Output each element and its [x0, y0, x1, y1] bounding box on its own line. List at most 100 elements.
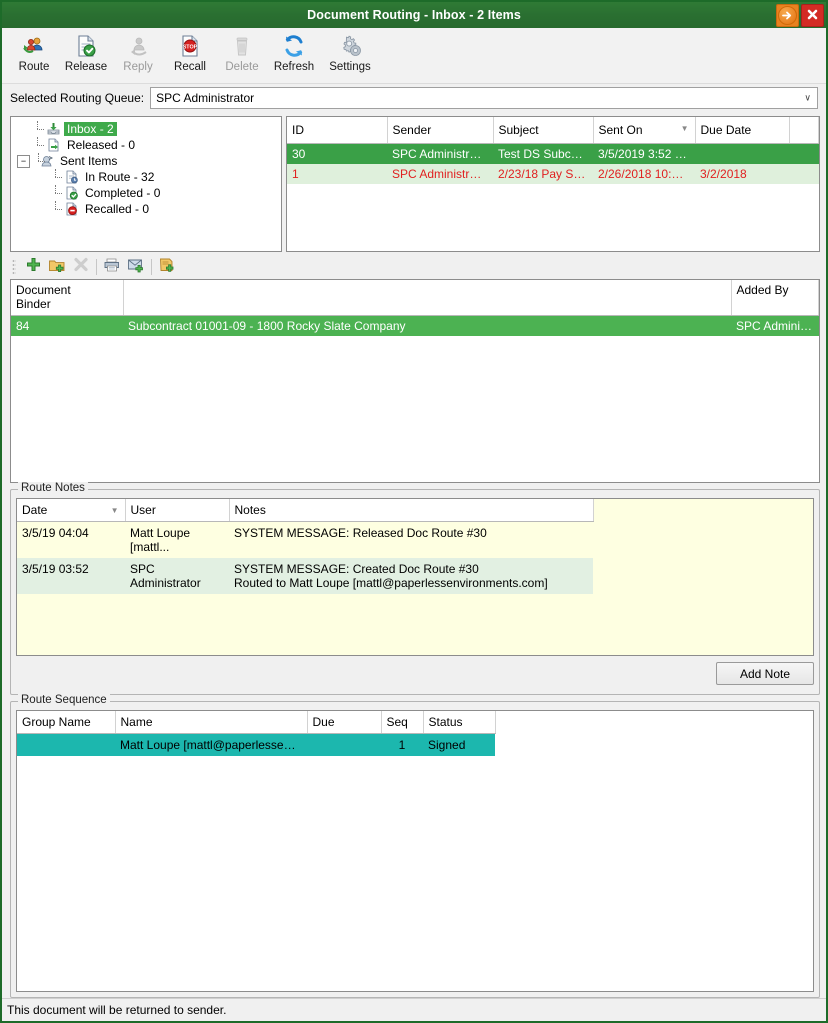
release-button[interactable]: Release — [60, 31, 112, 73]
column-header-added-by[interactable]: Added By — [731, 280, 819, 316]
inbox-icon — [45, 122, 61, 137]
column-header-date-label: Date — [22, 503, 48, 517]
tree-line — [49, 169, 63, 185]
route-sequence-title: Route Sequence — [18, 694, 110, 706]
sidebar-item-label: Completed - 0 — [85, 186, 161, 200]
add-binder-icon — [158, 257, 176, 276]
cell-filler — [789, 164, 819, 184]
settings-button[interactable]: Settings — [320, 31, 380, 73]
top-split: Inbox - 2 Released - 0 − Sent Items In R… — [2, 112, 826, 254]
cell-note-text: SYSTEM MESSAGE: Created Doc Route #30 Ro… — [229, 558, 593, 594]
route-notes-table: Date ▼ User Notes 3/5/19 04:04 Matt Loup… — [17, 499, 594, 594]
released-icon — [45, 138, 61, 153]
folder-tree: Inbox - 2 Released - 0 − Sent Items In R… — [13, 121, 279, 217]
routing-queue-value: SPC Administrator — [156, 91, 255, 105]
folder-tree-panel: Inbox - 2 Released - 0 − Sent Items In R… — [10, 116, 282, 252]
column-header-sender[interactable]: Sender — [387, 117, 494, 144]
route-sequence-table: Group Name Name Due Seq Status Matt Loup… — [17, 711, 496, 756]
cell-due-date — [695, 143, 789, 164]
delete-label: Delete — [225, 61, 259, 73]
sidebar-item-sent-items[interactable]: − Sent Items — [17, 153, 279, 169]
column-header-document-binder-label: Document Binder — [16, 283, 71, 311]
table-row[interactable]: Matt Loupe [mattl@paperlessenviro... 1 S… — [17, 733, 495, 756]
column-header-binder-description[interactable] — [123, 280, 732, 316]
list-item[interactable]: 3/5/19 03:52 SPC Administrator SYSTEM ME… — [17, 558, 593, 594]
delete-icon — [230, 33, 254, 59]
cell-sender: SPC Administrator — [387, 164, 493, 184]
add-note-button[interactable]: Add Note — [716, 662, 814, 685]
cell-id: 1 — [287, 164, 387, 184]
add-folder-button[interactable] — [45, 256, 69, 278]
column-header-sent-on[interactable]: Sent On ▼ — [593, 117, 696, 144]
sort-descending-icon: ▼ — [680, 124, 689, 133]
cell-sent-on: 2/26/2018 10:47... — [593, 164, 695, 184]
delete-x-icon — [73, 257, 89, 276]
add-binder-button[interactable] — [155, 256, 179, 278]
column-header-name[interactable]: Name — [115, 711, 308, 734]
sidebar-item-inbox[interactable]: Inbox - 2 — [31, 121, 279, 137]
column-header-id[interactable]: ID — [287, 117, 388, 144]
column-header-due-date[interactable]: Due Date — [695, 117, 790, 144]
window-title: Document Routing - Inbox - 2 Items — [307, 8, 521, 22]
cell-binder-description: Subcontract 01001-09 - 1800 Rocky Slate … — [123, 315, 731, 336]
column-header-status[interactable]: Status — [423, 711, 496, 734]
list-item[interactable]: 3/5/19 04:04 Matt Loupe [mattl... SYSTEM… — [17, 521, 593, 558]
add-document-icon — [25, 257, 42, 277]
column-header-group-name[interactable]: Group Name — [17, 711, 116, 734]
recalled-icon — [63, 202, 79, 217]
table-row[interactable]: 84 Subcontract 01001-09 - 1800 Rocky Sla… — [11, 315, 819, 336]
column-header-due[interactable]: Due — [307, 711, 382, 734]
refresh-icon — [282, 33, 306, 59]
title-bar-buttons — [776, 4, 824, 27]
column-header-user[interactable]: User — [125, 499, 230, 522]
column-header-seq[interactable]: Seq — [381, 711, 424, 734]
cell-sender: SPC Administrator — [387, 143, 493, 164]
table-row[interactable]: 30 SPC Administrator Test DS Subcont... … — [287, 143, 819, 164]
print-icon — [103, 257, 121, 276]
document-routing-window: Document Routing - Inbox - 2 Items Route… — [0, 0, 828, 1023]
chevron-down-icon: ∨ — [804, 92, 811, 103]
column-header-date[interactable]: Date ▼ — [17, 499, 126, 522]
sidebar-item-label: Released - 0 — [67, 138, 136, 152]
sidebar-item-in-route[interactable]: In Route - 32 — [49, 169, 279, 185]
column-header-sent-on-label: Sent On — [598, 123, 643, 137]
reply-button[interactable]: Reply — [112, 31, 164, 73]
route-notes-title: Route Notes — [18, 482, 88, 494]
cell-filler — [789, 143, 819, 164]
cell-seq: 1 — [381, 733, 423, 756]
column-header-document-binder[interactable]: Document Binder — [11, 280, 124, 316]
email-button[interactable] — [124, 256, 148, 278]
sidebar-item-recalled[interactable]: Recalled - 0 — [49, 201, 279, 217]
reply-icon — [126, 33, 150, 59]
add-folder-icon — [48, 257, 66, 277]
column-header-subject[interactable]: Subject — [493, 117, 594, 144]
refresh-button[interactable]: Refresh — [268, 31, 320, 73]
column-header-filler — [789, 117, 819, 144]
route-button[interactable]: Route — [8, 31, 60, 73]
sidebar-item-completed[interactable]: Completed - 0 — [49, 185, 279, 201]
binder-grid-header: Document Binder Added By — [11, 280, 819, 316]
title-bar: Document Routing - Inbox - 2 Items — [2, 2, 826, 28]
toolbar-grip[interactable] — [12, 259, 16, 274]
close-button[interactable] — [801, 4, 824, 27]
add-document-button[interactable] — [21, 256, 45, 278]
sidebar-item-released[interactable]: Released - 0 — [31, 137, 279, 153]
recall-icon: STOP — [178, 33, 202, 59]
tree-line — [49, 185, 63, 201]
tree-line — [31, 121, 45, 137]
print-button[interactable] — [100, 256, 124, 278]
delete-button[interactable]: Delete — [216, 31, 268, 73]
table-row[interactable]: 1 SPC Administrator 2/23/18 Pay Stub 2/2… — [287, 164, 819, 184]
tree-collapse-toggle[interactable]: − — [17, 154, 30, 168]
binder-grid-wrap: Document Binder Added By 84 Subcontract … — [2, 279, 826, 483]
route-sequence-table-wrap: Group Name Name Due Seq Status Matt Loup… — [16, 710, 814, 992]
forward-button[interactable] — [776, 4, 799, 27]
recall-button[interactable]: STOP Recall — [164, 31, 216, 73]
status-message: This document will be returned to sender… — [7, 1003, 227, 1017]
remove-document-button[interactable] — [69, 256, 93, 278]
column-header-notes[interactable]: Notes — [229, 499, 594, 522]
routing-queue-select[interactable]: SPC Administrator ∨ — [150, 87, 818, 109]
route-notes-header: Date ▼ User Notes — [17, 499, 594, 522]
message-grid-header: ID Sender Subject Sent On ▼ Due Date — [287, 117, 819, 144]
tree-line — [31, 137, 45, 153]
